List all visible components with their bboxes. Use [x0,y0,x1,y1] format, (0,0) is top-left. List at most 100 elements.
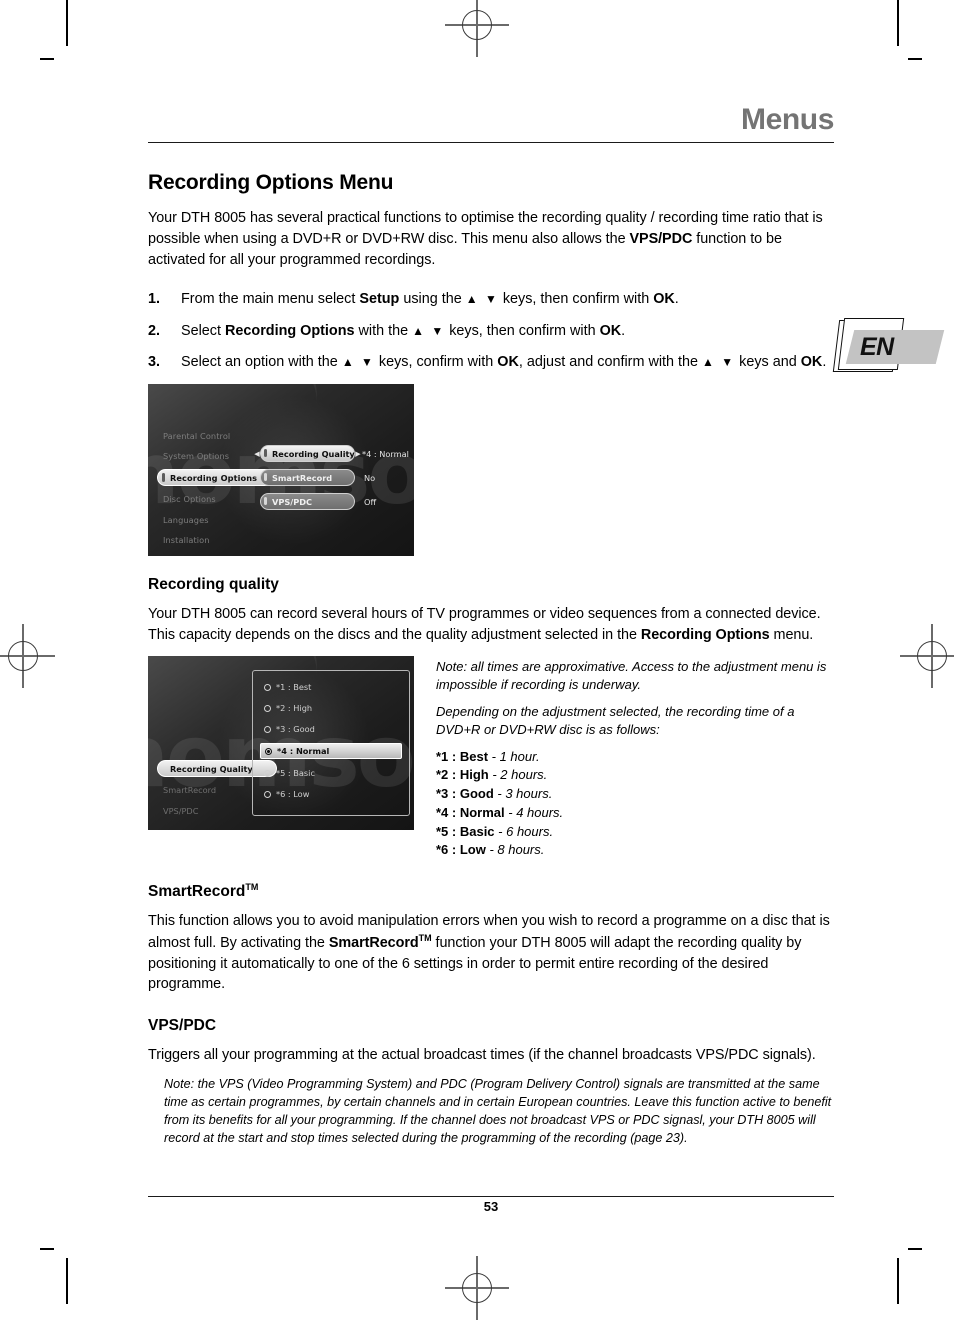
crop-mark-bottom-left-vertical [66,1258,68,1304]
sr-bold-smartrecord: SmartRecord [328,934,419,951]
step-3-text-f: . [822,354,827,371]
tv-option-recording-quality[interactable]: Recording Quality [260,445,355,463]
radio-button-icon [264,769,271,777]
crop-mark-top-left-vertical [66,0,68,46]
tv-option-row-vpspdc: VPS/PDC Off [254,493,409,511]
tv-option-smartrecord[interactable]: SmartRecord [260,469,355,487]
tv-option-row-smartrecord: SmartRecord No [254,469,409,487]
crop-mark-bottom-left-horizontal [40,1248,54,1250]
intro-paragraph: Your DTH 8005 has several practical func… [148,208,834,271]
step-2-bold-recording-options: Recording Options [225,322,355,339]
recording-time-setting: *2 : High [436,767,489,783]
step-3: 3. Select an option with the ▲ ▼ keys, co… [148,352,834,373]
recording-time-item: *5 : Basic - 6 hours. [436,823,834,841]
tv-radio-label: *2 : High [276,703,313,713]
step-1-text-e: . [674,290,679,307]
tv-sidebar-item-parental-control[interactable]: Parental Control [157,428,287,443]
recording-time-item: *2 : High - 2 hours. [436,766,834,784]
tv-radio-option-2-high[interactable]: *2 : High [260,701,402,715]
page-content: Menus Recording Options Menu Your DTH 80… [148,0,834,1313]
crop-mark-bottom-right-horizontal [908,1248,922,1250]
step-1-bold-ok: OK [653,290,675,307]
tv-radio-option-3-good[interactable]: *3 : Good [260,722,402,736]
running-head: Menus [740,103,834,136]
registration-mark-right [900,624,954,688]
recording-time-setting: *3 : Good [436,786,494,802]
page-title: Recording Options Menu [148,171,394,194]
crop-mark-top-right-vertical [897,0,899,46]
tv-radio-label: *4 : Normal [277,746,330,756]
tv-option-value-recording-quality: *4 : Normal [362,448,409,459]
step-1-text-d: keys, then confirm with [498,290,654,307]
step-1-number: 1. [148,290,161,307]
badge-language-code: EN [860,333,894,361]
step-1: 1. From the main menu select Setup using … [148,289,834,310]
step-2: 2. Select Recording Options with the ▲ ▼ … [148,321,834,342]
updown-arrow-icon: ▲ ▼ [341,355,375,370]
updown-arrow-icon: ▲ ▼ [465,291,499,306]
tv-radio-label: *5 : Basic [276,768,315,778]
step-1-bold-setup: Setup [359,290,400,307]
rq-bold-recording-options: Recording Options [640,627,770,644]
heading-smartrecord: SmartRecordTM [148,882,834,901]
tv-option-vpspdc[interactable]: VPS/PDC [260,493,355,511]
steps-list: 1. From the main menu select Setup using … [148,289,834,374]
rq-text-2: menu. [769,627,814,644]
tv-radio-option-6-low[interactable]: *6 : Low [260,787,402,801]
recording-time-duration: - 2 hours. [488,767,548,783]
tv-menu-options: ◀ Recording Quality ▶ *4 : Normal SmartR… [254,445,409,517]
radio-button-selected-icon [265,747,272,755]
radio-button-icon [264,725,271,733]
trademark-symbol: TM [418,932,432,943]
recording-time-duration: - 4 hours. [504,804,564,820]
recording-time-item: *3 : Good - 3 hours. [436,785,834,803]
step-2-bold-ok: OK [599,322,622,339]
tv-radio-label: *6 : Low [276,789,310,799]
recording-time-setting: *4 : Normal [436,804,505,820]
radio-button-icon [264,704,271,712]
tv-radio-label: *3 : Good [276,724,315,734]
step-3-bold-ok-1: OK [497,354,519,371]
step-3-number: 3. [148,354,161,371]
step-2-text-a: Select [181,322,225,339]
tv-radio-option-4-normal[interactable]: *4 : Normal [260,743,402,759]
recording-time-duration: - 8 hours. [485,842,545,858]
recording-times-note: Note: all times are approximative. Acces… [436,656,834,860]
step-2-text-e: . [621,322,626,339]
intro-vpspdc-bold: VPS/PDC [629,230,693,247]
crop-mark-bottom-right-vertical [897,1258,899,1304]
screenshot-recording-quality-menu: thomson Recording Quality SmartRecord VP… [148,656,414,830]
tv-radio-label: *1 : Best [276,682,312,692]
updown-arrow-icon: ▲ ▼ [412,323,446,338]
header-divider [148,142,834,143]
tv-option-value-vpspdc: Off [364,496,377,507]
recording-time-setting: *5 : Basic [436,823,495,839]
tv-radio-option-1-best[interactable]: *1 : Best [260,680,402,694]
tv-sidebar-item-installation[interactable]: Installation [157,533,287,548]
registration-mark-left [0,624,55,688]
tv-option-value-smartrecord: No [364,472,376,483]
recording-time-duration: - 6 hours. [494,823,554,839]
recording-time-item: *4 : Normal - 4 hours. [436,804,834,822]
footer-divider [148,1196,834,1197]
recording-time-setting: *1 : Best [436,748,489,764]
tv-option-row-recording-quality: ◀ Recording Quality ▶ *4 : Normal [254,445,409,463]
right-caret-icon[interactable]: ▶ [355,450,361,458]
step-2-text-c: with the [354,322,413,339]
screenshot-recording-options-menu: thomson Parental Control System Options … [148,384,414,557]
step-1-text-a: From the main menu select [181,290,360,307]
heading-recording-quality: Recording quality [148,576,279,594]
trademark-symbol: TM [245,881,259,892]
note-depending: Depending on the adjustment selected, th… [436,703,795,738]
quality-row: thomson Recording Quality SmartRecord VP… [148,656,834,860]
crop-mark-top-left-horizontal [40,58,54,60]
step-1-text-c: using the [399,290,466,307]
step-3-text-a: Select an option with the [181,354,342,371]
page-number: 53 [483,1199,499,1214]
smartrecord-paragraph: This function allows you to avoid manipu… [148,911,834,995]
step-3-text-c: keys, confirm with [374,354,498,371]
recording-times-list: *1 : Best - 1 hour. *2 : High - 2 hours.… [436,748,834,859]
tv-radio-option-5-basic[interactable]: *5 : Basic [260,766,402,780]
step-2-text-d: keys, then confirm with [445,322,600,339]
recording-time-duration: - 3 hours. [493,786,553,802]
